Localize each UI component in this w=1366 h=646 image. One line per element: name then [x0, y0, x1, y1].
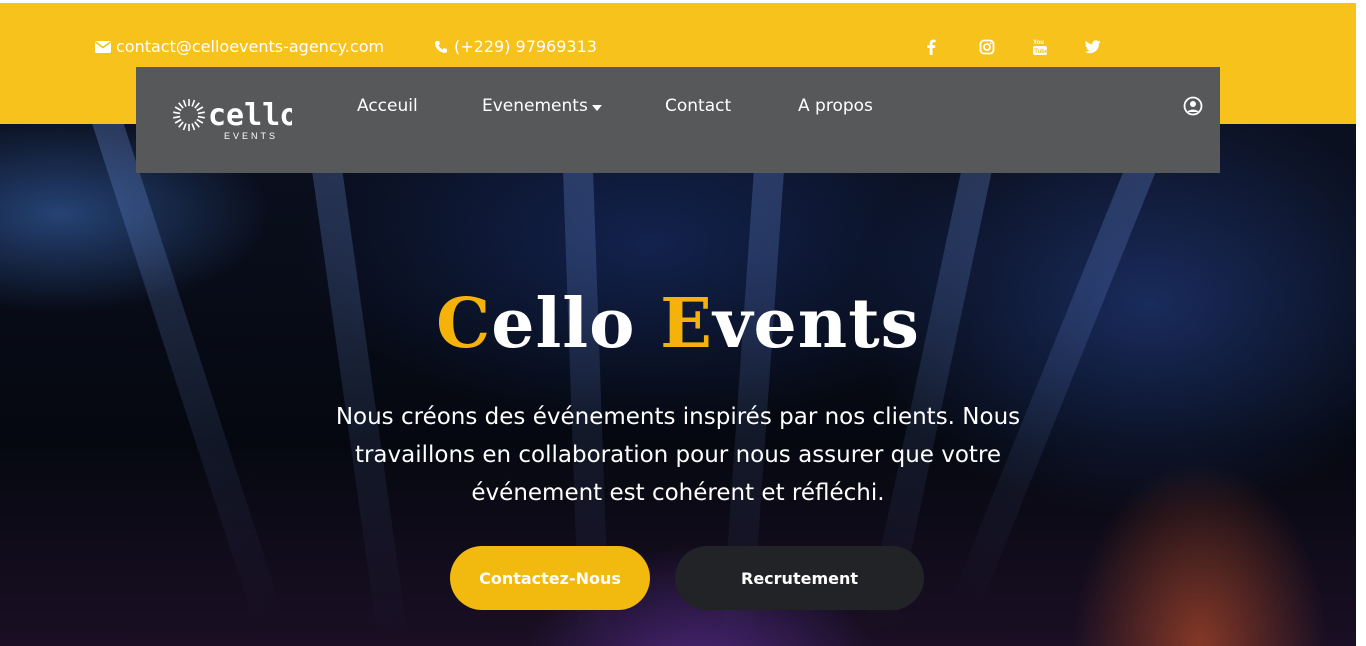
logo-text: cello: [208, 98, 292, 133]
instagram-icon[interactable]: [979, 37, 1032, 57]
cello-logo[interactable]: cello EVENTS: [172, 89, 298, 143]
svg-text:You: You: [1033, 40, 1044, 46]
caret-down-icon: [591, 96, 602, 116]
hero-title: Cello Events: [0, 284, 1356, 364]
hero-title-e: E: [660, 284, 713, 364]
stage-light-beam: [80, 124, 283, 622]
logo-subtext: EVENTS: [224, 131, 278, 141]
user-account-icon[interactable]: [1183, 96, 1203, 116]
nav-label: Evenements: [482, 96, 588, 116]
nav-item-acceuil[interactable]: Acceuil: [357, 96, 418, 116]
contact-phone[interactable]: (+229) 97969313: [433, 37, 597, 56]
nav-label: Contact: [665, 96, 732, 116]
recruitment-button[interactable]: Recrutement: [675, 546, 924, 610]
contact-email[interactable]: contact@celloevents-agency.com: [95, 37, 384, 56]
nav-label: A propos: [798, 96, 873, 116]
envelope-icon: [95, 39, 111, 55]
main-navbar: cello EVENTS Acceuil Evenements Contact …: [136, 67, 1220, 173]
nav-item-contact[interactable]: Contact: [665, 96, 731, 116]
facebook-icon[interactable]: [926, 37, 979, 57]
nav-label: Acceuil: [357, 96, 418, 116]
hero-title-c: C: [436, 284, 492, 364]
page-edge: [1356, 0, 1366, 646]
contact-phone-text[interactable]: (+229) 97969313: [454, 37, 597, 56]
social-links: You Tube: [926, 37, 1138, 57]
phone-icon: [433, 39, 449, 55]
contact-us-button[interactable]: Contactez-Nous: [450, 546, 650, 610]
hero-title-part1: ello: [491, 284, 661, 364]
hero-description: Nous créons des événements inspirés par …: [335, 404, 1021, 506]
nav-item-a-propos[interactable]: A propos: [798, 96, 873, 116]
svg-text:Tube: Tube: [1034, 49, 1048, 55]
twitter-icon[interactable]: [1085, 37, 1138, 57]
contact-email-text[interactable]: contact@celloevents-agency.com: [116, 37, 384, 56]
hero-section: Cello Events Nous créons des événements …: [0, 124, 1356, 646]
youtube-icon[interactable]: You Tube: [1032, 37, 1085, 57]
stage-light-beam: [300, 124, 408, 641]
nav-item-evenements[interactable]: Evenements: [482, 96, 602, 116]
stage-light-beam: [951, 124, 1189, 609]
hero-title-part2: vents: [713, 284, 920, 364]
